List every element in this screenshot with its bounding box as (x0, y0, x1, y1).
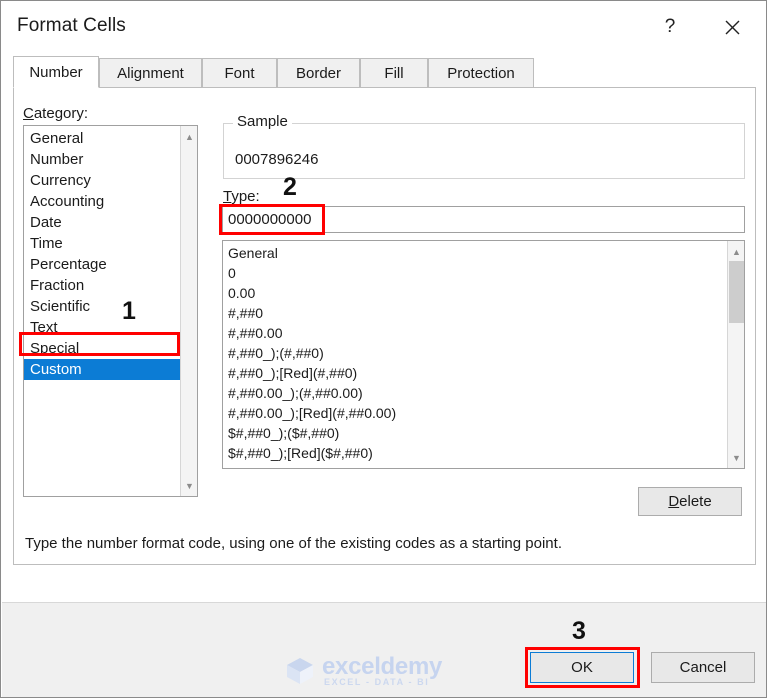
delete-button-label: elete (679, 493, 712, 510)
category-label: Category: (23, 105, 88, 122)
category-item-general[interactable]: General (24, 128, 180, 149)
category-listbox[interactable]: General Number Currency Accounting Date … (23, 125, 198, 497)
scrollbar-thumb[interactable] (729, 261, 744, 323)
format-code-item[interactable]: $#,##0.00_);($#,##0.00) (223, 463, 728, 468)
format-code-item[interactable]: 0.00 (223, 283, 728, 303)
ok-button-label: OK (571, 659, 593, 676)
dialog-title: Format Cells (17, 15, 126, 36)
sample-value: 0007896246 (235, 151, 319, 168)
format-code-item[interactable]: #,##0.00 (223, 323, 728, 343)
scroll-down-icon[interactable]: ▼ (181, 477, 197, 494)
close-icon[interactable] (709, 10, 755, 44)
category-item-accounting[interactable]: Accounting (24, 191, 180, 212)
sample-legend: Sample (233, 113, 292, 130)
category-item-text[interactable]: Text (24, 317, 180, 338)
tab-number-label: Number (29, 63, 83, 81)
format-code-item[interactable]: 0 (223, 263, 728, 283)
help-icon[interactable]: ? (647, 10, 693, 44)
tab-protection-label: Protection (447, 64, 515, 82)
dialog-footer (2, 602, 766, 697)
category-item-time[interactable]: Time (24, 233, 180, 254)
tab-alignment-label: Alignment (117, 64, 184, 82)
category-item-custom[interactable]: Custom (24, 359, 180, 380)
delete-button[interactable]: Delete (638, 487, 742, 516)
tab-border[interactable]: Border (277, 58, 360, 88)
cancel-button[interactable]: Cancel (651, 652, 755, 683)
format-code-item[interactable]: #,##0.00_);(#,##0.00) (223, 383, 728, 403)
scroll-up-icon[interactable]: ▲ (728, 243, 744, 260)
category-items: General Number Currency Accounting Date … (24, 126, 180, 380)
scroll-down-icon[interactable]: ▼ (728, 449, 744, 466)
tab-protection[interactable]: Protection (428, 58, 534, 88)
tab-font-label: Font (224, 64, 255, 82)
cancel-button-label: Cancel (679, 659, 727, 676)
ok-button[interactable]: OK (530, 652, 634, 683)
format-code-item[interactable]: #,##0.00_);[Red](#,##0.00) (223, 403, 728, 423)
category-item-currency[interactable]: Currency (24, 170, 180, 191)
format-code-item[interactable]: #,##0_);(#,##0) (223, 343, 728, 363)
format-code-item[interactable]: #,##0_);[Red](#,##0) (223, 363, 728, 383)
type-input[interactable] (222, 206, 745, 233)
category-item-date[interactable]: Date (24, 212, 180, 233)
format-code-items: General 0 0.00 #,##0 #,##0.00 #,##0_);(#… (223, 241, 728, 468)
type-label-rest: ype: (231, 188, 260, 205)
title-bar: Format Cells ? (2, 2, 766, 52)
format-code-item[interactable]: General (223, 243, 728, 263)
scroll-up-icon[interactable]: ▲ (181, 128, 197, 145)
tab-fill[interactable]: Fill (360, 58, 428, 88)
tab-border-label: Border (295, 64, 342, 82)
category-item-scientific[interactable]: Scientific (24, 296, 180, 317)
category-scrollbar[interactable]: ▲ ▼ (180, 126, 197, 496)
category-label-rest: ategory: (33, 105, 89, 122)
type-label: Type: (223, 188, 260, 205)
format-code-scrollbar[interactable]: ▲ ▼ (727, 241, 744, 468)
category-label-accel: C (23, 105, 34, 122)
tab-alignment[interactable]: Alignment (99, 58, 202, 88)
help-description: Type the number format code, using one o… (25, 535, 562, 552)
format-code-listbox[interactable]: General 0 0.00 #,##0 #,##0.00 #,##0_);(#… (222, 240, 745, 469)
format-code-item[interactable]: $#,##0_);($#,##0) (223, 423, 728, 443)
category-item-special[interactable]: Special (24, 338, 180, 359)
category-item-fraction[interactable]: Fraction (24, 275, 180, 296)
format-cells-dialog: Format Cells ? Number Alignment Font Bor… (0, 0, 767, 698)
tab-fill-label: Fill (384, 64, 404, 82)
format-code-item[interactable]: $#,##0_);[Red]($#,##0) (223, 443, 728, 463)
format-code-item[interactable]: #,##0 (223, 303, 728, 323)
category-item-percentage[interactable]: Percentage (24, 254, 180, 275)
delete-button-accel: D (668, 493, 680, 510)
tab-number[interactable]: Number (13, 56, 99, 88)
tab-font[interactable]: Font (202, 58, 277, 88)
category-item-number[interactable]: Number (24, 149, 180, 170)
tab-strip: Number Alignment Font Border Fill Protec… (13, 56, 756, 88)
